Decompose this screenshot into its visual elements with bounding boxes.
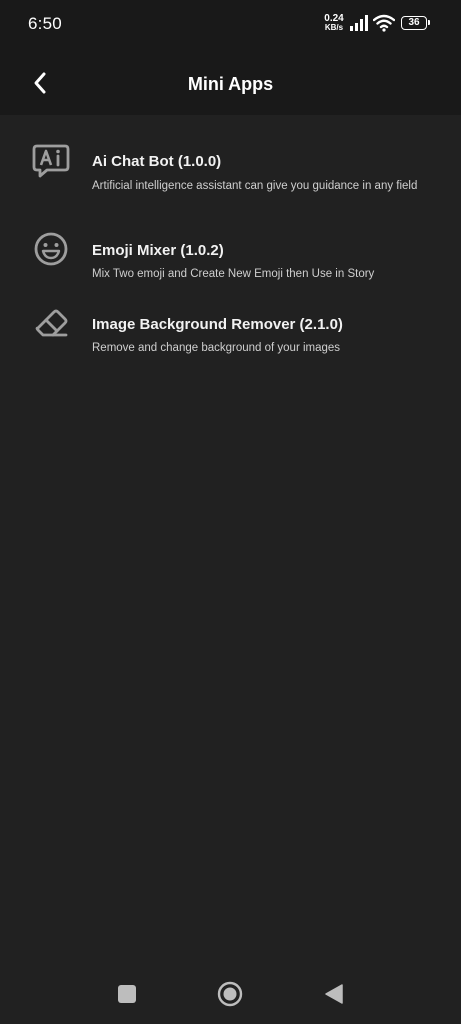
app-description: Artificial intelligence assistant can gi… [92, 180, 418, 192]
network-speed-value: 0.24 [324, 13, 344, 24]
recents-square-icon[interactable] [118, 985, 136, 1003]
list-item-emoji-mixer[interactable]: Emoji Mixer (1.0.2) Mix Two emoji and Cr… [0, 228, 461, 288]
app-bar: Mini Apps [0, 50, 461, 115]
app-description: Mix Two emoji and Create New Emoji then … [92, 268, 375, 280]
network-speed: 0.24 KB/s [320, 13, 348, 33]
status-bar: 6:50 0.24 KB/s 36 [0, 0, 461, 50]
home-circle-icon[interactable] [217, 981, 243, 1007]
eraser-icon [35, 309, 68, 337]
list-item-image-background-remover[interactable]: Image Background Remover (2.1.0) Remove … [0, 302, 461, 362]
app-title: Ai Chat Bot (1.0.0) [92, 153, 222, 170]
battery-icon: 36 [401, 16, 430, 30]
back-triangle-icon[interactable] [323, 983, 345, 1005]
app-title: Emoji Mixer (1.0.2) [92, 242, 224, 259]
smiley-icon [34, 232, 68, 266]
app-description: Remove and change background of your ima… [92, 342, 341, 354]
wifi-icon [373, 14, 395, 32]
status-time: 6:50 [28, 14, 62, 33]
network-speed-unit: KB/s [324, 23, 344, 32]
signal-icon [350, 15, 368, 31]
app-title: Image Background Remover (2.1.0) [92, 316, 343, 333]
system-nav-bar [0, 964, 461, 1024]
list-item-ai-chat-bot[interactable]: Ai Chat Bot (1.0.0) Artificial intellige… [0, 140, 461, 220]
ai-chat-icon [32, 144, 70, 178]
page-title: Mini Apps [187, 74, 274, 94]
